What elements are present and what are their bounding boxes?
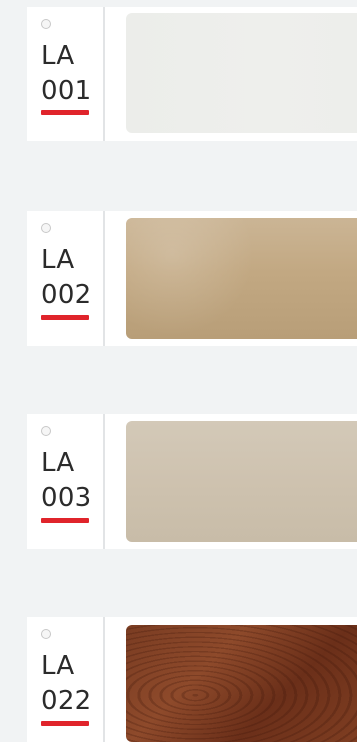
swatch-card[interactable]: LA 001	[27, 7, 357, 141]
swatch-card[interactable]: LA 022	[27, 617, 357, 742]
swatch-card[interactable]: LA 002	[27, 211, 357, 346]
code-underline	[41, 721, 89, 726]
select-radio[interactable]	[41, 629, 51, 639]
code-underline	[41, 315, 89, 320]
swatch-code-prefix: LA	[41, 651, 75, 681]
swatch-code: LA 003	[41, 446, 92, 516]
swatch-code-prefix: LA	[41, 448, 75, 478]
swatch-code-number: 002	[41, 280, 92, 310]
select-radio[interactable]	[41, 19, 51, 29]
swatch-image[interactable]	[126, 13, 357, 133]
swatch-code: LA 001	[41, 39, 92, 109]
code-underline	[41, 518, 89, 523]
select-radio[interactable]	[41, 426, 51, 436]
swatch-code: LA 022	[41, 649, 92, 719]
code-underline	[41, 110, 89, 115]
swatch-info: LA 003	[27, 414, 105, 549]
swatch-code-prefix: LA	[41, 41, 75, 71]
swatch-code-number: 003	[41, 483, 92, 513]
swatch-card[interactable]: LA 003	[27, 414, 357, 549]
swatch-code: LA 002	[41, 243, 92, 313]
select-radio[interactable]	[41, 223, 51, 233]
swatch-image[interactable]	[126, 421, 357, 542]
swatch-code-number: 022	[41, 686, 92, 716]
swatch-code-prefix: LA	[41, 245, 75, 275]
swatch-info: LA 001	[27, 7, 105, 141]
swatch-info: LA 022	[27, 617, 105, 742]
swatch-image[interactable]	[126, 218, 357, 339]
swatch-code-number: 001	[41, 76, 92, 106]
swatch-image[interactable]	[126, 625, 357, 742]
swatch-info: LA 002	[27, 211, 105, 346]
